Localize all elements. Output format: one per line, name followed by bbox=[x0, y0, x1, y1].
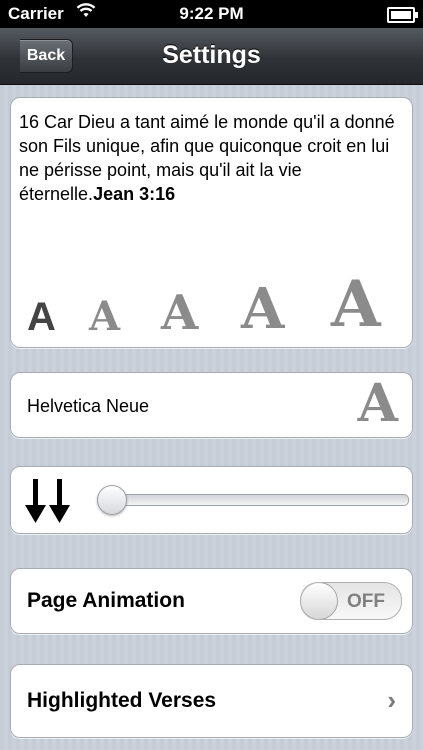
page-animation-toggle[interactable]: OFF bbox=[300, 582, 402, 620]
line-spacing-arrows-icon bbox=[25, 479, 70, 523]
verse-reference: Jean 3:16 bbox=[93, 184, 176, 204]
verse-text: 16 Car Dieu a tant aimé le monde qu'il a… bbox=[19, 112, 395, 204]
status-time: 9:22 PM bbox=[179, 4, 244, 23]
font-family-name: Helvetica Neue bbox=[27, 396, 150, 416]
font-family-row[interactable]: Helvetica Neue A bbox=[10, 372, 413, 438]
navigation-bar: Back Settings bbox=[0, 28, 423, 85]
toggle-state-label: OFF bbox=[347, 591, 385, 612]
highlighted-verses-row[interactable]: Highlighted Verses › bbox=[10, 664, 413, 738]
page-animation-label: Page Animation bbox=[27, 589, 185, 612]
line-spacing-slider-track[interactable] bbox=[97, 494, 409, 506]
verse-preview: 16 Car Dieu a tant aimé le monde qu'il a… bbox=[19, 110, 402, 206]
line-spacing-row bbox=[10, 466, 413, 534]
toggle-knob bbox=[301, 583, 338, 619]
font-size-option-4[interactable]: A bbox=[241, 281, 284, 337]
font-preview-glyph: A bbox=[357, 373, 398, 434]
font-size-option-3[interactable]: A bbox=[161, 289, 198, 337]
line-spacing-slider-thumb[interactable] bbox=[97, 485, 127, 515]
font-size-option-5[interactable]: A bbox=[331, 273, 381, 337]
chevron-right-icon: › bbox=[387, 685, 396, 715]
page-animation-row: Page Animation OFF bbox=[10, 568, 413, 634]
battery-icon bbox=[387, 7, 418, 23]
back-button-label: Back bbox=[26, 47, 66, 64]
font-size-selector: A A A A A bbox=[11, 273, 412, 338]
verse-preview-card: 16 Car Dieu a tant aimé le monde qu'il a… bbox=[10, 97, 413, 348]
highlighted-verses-label: Highlighted Verses bbox=[27, 689, 217, 712]
font-size-option-1[interactable]: A bbox=[27, 297, 56, 337]
status-bar: Carrier 9:22 PM bbox=[0, 0, 423, 28]
font-size-option-2[interactable]: A bbox=[89, 297, 120, 337]
